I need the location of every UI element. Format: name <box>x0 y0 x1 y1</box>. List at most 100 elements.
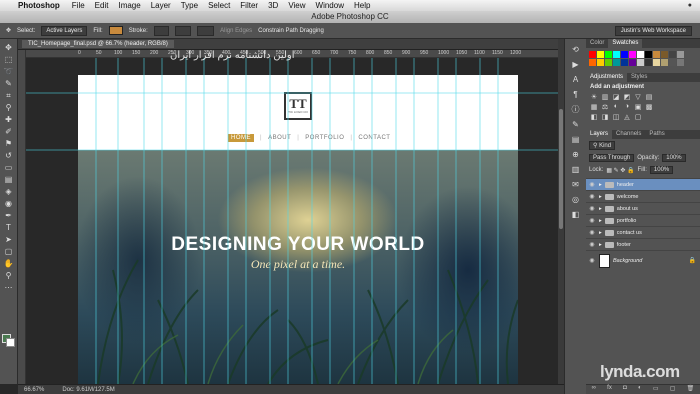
tab-layers[interactable]: Layers <box>586 130 613 139</box>
adjustment-layer-icon[interactable]: ◐ <box>638 385 642 394</box>
menu-window[interactable]: Window <box>316 1 344 10</box>
dodge-icon[interactable]: ◉ <box>2 199 15 209</box>
canvas-area[interactable]: TT TIC LOGO CO HOME | ABOUT | PORTFOLIO … <box>26 58 558 384</box>
color-swatch[interactable] <box>645 59 652 66</box>
menu-help[interactable]: Help <box>354 1 370 10</box>
marquee-icon[interactable]: ⬚ <box>2 55 15 65</box>
curves-icon[interactable]: ◪ <box>612 93 620 101</box>
stroke-width-field[interactable] <box>174 25 192 36</box>
layer-row[interactable]: ◉ ▸ contact us <box>586 226 700 238</box>
menu-select[interactable]: Select <box>208 1 230 10</box>
menu-edit[interactable]: Edit <box>95 1 109 10</box>
expand-arrow-icon[interactable]: ▸ <box>599 194 602 200</box>
visibility-eye-icon[interactable]: ◉ <box>588 181 596 188</box>
link-layers-icon[interactable]: ∞ <box>592 385 596 394</box>
color-swatch[interactable] <box>653 59 660 66</box>
stroke-style-dropdown[interactable] <box>197 25 215 36</box>
channel-mixer-icon[interactable]: ◑ <box>623 103 631 111</box>
expand-arrow-icon[interactable]: ▸ <box>599 230 602 236</box>
color-swatch[interactable] <box>613 51 620 58</box>
layer-row[interactable]: ◉ ▸ footer <box>586 238 700 250</box>
paragraph-icon[interactable]: ¶ <box>570 90 582 100</box>
vibrance-icon[interactable]: ▽ <box>634 93 642 101</box>
menu-layer[interactable]: Layer <box>151 1 171 10</box>
constrain-path-checkbox[interactable]: Constrain Path Dragging <box>258 28 324 34</box>
quick-select-icon[interactable]: ✎ <box>2 79 15 89</box>
document-canvas[interactable]: TT TIC LOGO CO HOME | ABOUT | PORTFOLIO … <box>78 75 518 384</box>
black-white-icon[interactable]: ⚖ <box>601 103 609 111</box>
menu-view[interactable]: View <box>288 1 305 10</box>
tab-color[interactable]: Color <box>586 39 608 48</box>
color-swatch[interactable] <box>589 51 596 58</box>
select-dropdown[interactable]: Active Layers <box>41 25 88 36</box>
opacity-field[interactable]: 100% <box>662 154 686 162</box>
solid-color-icon[interactable]: ▢ <box>634 113 642 121</box>
invert-icon[interactable]: ▩ <box>645 103 653 111</box>
menu-photoshop[interactable]: Photoshop <box>18 1 60 10</box>
clone-source-icon[interactable]: ⊕ <box>570 150 582 160</box>
visibility-eye-icon[interactable]: ◉ <box>588 205 596 212</box>
color-swatch[interactable] <box>621 59 628 66</box>
color-swatch[interactable] <box>605 51 612 58</box>
tab-swatches[interactable]: Swatches <box>608 39 643 48</box>
trash-icon[interactable]: 🗑 <box>687 385 695 394</box>
stroke-dropdown[interactable] <box>153 25 169 36</box>
character-icon[interactable]: A <box>570 75 582 85</box>
expand-arrow-icon[interactable]: ▸ <box>599 206 602 212</box>
eraser-icon[interactable]: ▭ <box>2 163 15 173</box>
color-swatch[interactable] <box>661 59 668 66</box>
brush-presets-icon[interactable]: ✎ <box>570 120 582 130</box>
shape-icon[interactable]: ▢ <box>2 247 15 257</box>
crop-icon[interactable]: ⌗ <box>2 91 15 101</box>
menu-filter[interactable]: Filter <box>240 1 258 10</box>
blur-icon[interactable]: ◈ <box>2 187 15 197</box>
color-swatch[interactable] <box>637 59 644 66</box>
blend-mode-dropdown[interactable]: Pass Through <box>589 154 635 162</box>
channels-icon[interactable]: ◧ <box>570 210 582 220</box>
document-tab[interactable]: TIC_Homepage_final.psd @ 66.7% (header, … <box>22 40 174 48</box>
nav-home[interactable]: HOME <box>228 134 254 142</box>
color-swatch[interactable] <box>605 59 612 66</box>
visibility-eye-icon[interactable]: ◉ <box>588 241 596 248</box>
layer-kind-filter[interactable]: ⚲ Kind <box>589 141 616 150</box>
color-swatch[interactable] <box>613 59 620 66</box>
color-lookup-icon[interactable]: ▣ <box>634 103 642 111</box>
nav-contact[interactable]: CONTACT <box>358 135 390 141</box>
color-swatch[interactable] <box>669 51 676 58</box>
color-swatch[interactable] <box>677 51 684 58</box>
scrollbar-thumb[interactable] <box>559 109 563 229</box>
pen-icon[interactable]: ✒ <box>2 211 15 221</box>
gradient-map-icon[interactable]: ◫ <box>612 113 620 121</box>
workspace-switcher[interactable]: Justin's Web Workspace <box>614 25 692 36</box>
history-brush-icon[interactable]: ↺ <box>2 151 15 161</box>
tab-adjustments[interactable]: Adjustments <box>586 73 628 82</box>
layer-row[interactable]: ◉ ▸ about us <box>586 202 700 214</box>
menu-type[interactable]: Type <box>181 1 198 10</box>
hue-sat-icon[interactable]: ▤ <box>645 93 653 101</box>
brush-icon[interactable]: ✐ <box>2 127 15 137</box>
more-tools-icon[interactable]: ⋯ <box>2 283 15 293</box>
zoom-icon[interactable]: ⚲ <box>2 271 15 281</box>
color-swatch[interactable] <box>653 51 660 58</box>
actions-icon[interactable]: ▶ <box>570 60 582 70</box>
type-icon[interactable]: T <box>2 223 15 233</box>
layer-comps-icon[interactable]: ▥ <box>570 165 582 175</box>
posterize-icon[interactable]: ◧ <box>590 113 598 121</box>
hand-icon[interactable]: ✋ <box>2 259 15 269</box>
eyedropper-icon[interactable]: ⚲ <box>2 103 15 113</box>
photo-filter-icon[interactable]: ◐ <box>612 103 620 111</box>
layer-row[interactable]: ◉ ▸ welcome <box>586 190 700 202</box>
color-balance-icon[interactable]: ▦ <box>590 103 598 111</box>
navigator-icon[interactable]: ◎ <box>570 195 582 205</box>
levels-icon[interactable]: ▥ <box>601 93 609 101</box>
new-group-icon[interactable]: ▭ <box>653 385 659 394</box>
brightness-icon[interactable]: ☀ <box>590 93 598 101</box>
zoom-level[interactable]: 66.67% <box>24 387 44 393</box>
tab-styles[interactable]: Styles <box>627 73 651 82</box>
new-layer-icon[interactable]: ▢ <box>670 385 676 394</box>
menu-file[interactable]: File <box>72 1 85 10</box>
color-swatch[interactable] <box>629 51 636 58</box>
visibility-eye-icon[interactable]: ◉ <box>588 257 596 264</box>
move-icon[interactable]: ✥ <box>2 43 15 53</box>
tab-paths[interactable]: Paths <box>645 130 668 139</box>
